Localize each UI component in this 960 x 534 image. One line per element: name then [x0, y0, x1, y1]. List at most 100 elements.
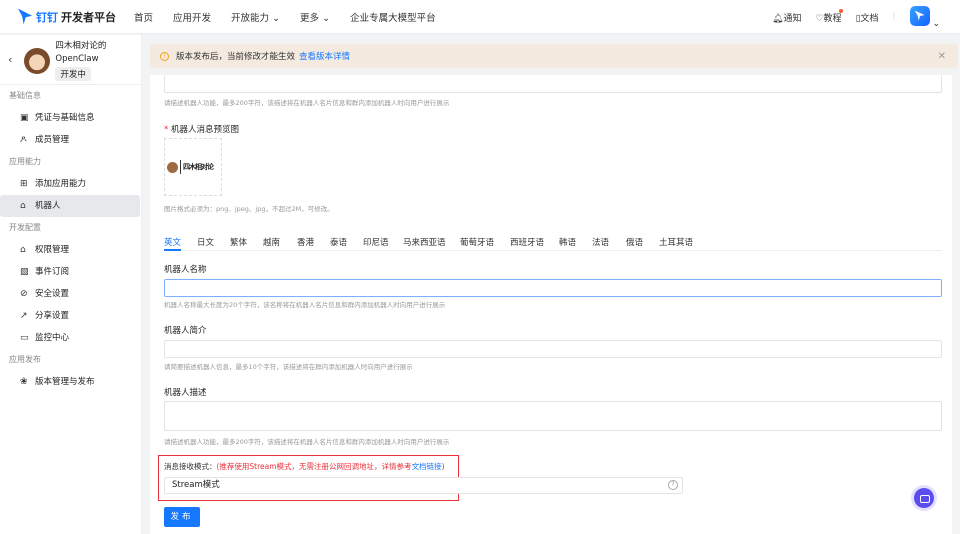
tab-french[interactable]: 法语	[592, 236, 609, 248]
divider	[180, 160, 181, 174]
app-name: 四木相对论的	[55, 41, 107, 51]
tab-hongkong[interactable]: 香港	[297, 236, 314, 248]
tab-indonesian[interactable]: 印尼语	[363, 236, 389, 248]
selected-mode: Stream模式	[172, 480, 220, 490]
chevron-down-icon: ⌄	[322, 12, 331, 24]
sidebar-item-label: 权限管理	[35, 245, 70, 255]
nav-label: 开放能力	[231, 12, 270, 24]
name-label: 机器人名称	[164, 265, 207, 275]
robot-intro-input[interactable]	[164, 340, 942, 358]
monitor-icon: ▭	[20, 333, 29, 343]
section-capability: 应用能力	[9, 157, 41, 166]
help-icon[interactable]: ?	[668, 480, 678, 490]
brand-mark: 钉钉	[36, 10, 58, 24]
tab-spanish[interactable]: 西班牙语	[510, 236, 544, 248]
tutorial-label: 教程	[823, 13, 842, 24]
logo[interactable]: 钉钉 开发者平台	[18, 8, 116, 25]
release-icon: ❀	[20, 377, 28, 387]
tab-english[interactable]: 英文	[164, 236, 182, 251]
section-dev-config: 开发配置	[9, 223, 41, 232]
bell-icon: 🔔︎	[772, 13, 784, 24]
mode-note: (推荐使用Stream模式，无需注册公网回调地址，详情参考	[216, 462, 412, 471]
tab-thai[interactable]: 泰语	[330, 236, 347, 248]
sidebar-item-events[interactable]: ▧ 事件订阅	[0, 261, 140, 283]
tab-malay[interactable]: 马来西亚语	[403, 236, 446, 248]
preview-image-text: 四木相对论	[183, 163, 214, 171]
robot-description-textarea[interactable]	[164, 401, 942, 431]
nav-enterprise-llm[interactable]: 企业专属大模型平台	[350, 10, 436, 24]
tab-portuguese[interactable]: 葡萄牙语	[460, 236, 494, 248]
user-menu[interactable]: ⌄	[909, 5, 940, 29]
sidebar-item-label: 成员管理	[35, 135, 70, 145]
app-avatar	[24, 48, 51, 74]
share-icon: ↗	[20, 311, 28, 321]
tab-traditional[interactable]: 繁体	[230, 236, 247, 248]
hint: 机器人名称最大长度为20个字符，该名称将在机器人名片信息和群内添加机器人时向用户…	[164, 301, 446, 309]
sidebar-item-members[interactable]: ዶ 成员管理	[0, 129, 140, 151]
view-version-link[interactable]: 查看版本详情	[299, 50, 350, 62]
mode-label: 消息接收模式：	[164, 462, 217, 471]
app-header: ‹ 四木相对论的 OpenClaw 开发中	[0, 35, 141, 85]
nav-home[interactable]: 首页	[134, 10, 153, 24]
close-icon[interactable]: ✕	[938, 51, 946, 62]
credential-icon: ▣	[20, 113, 29, 123]
robot-icon: ⌂	[20, 201, 26, 211]
tab-japanese[interactable]: 日文	[197, 236, 214, 248]
back-icon[interactable]: ‹	[8, 53, 12, 66]
nav-label: 更多	[300, 12, 320, 24]
top-nav: 钉钉 开发者平台 首页 应用开发 开放能力 ⌄ 更多 ⌄ 企业专属大模型平台 🔔︎…	[0, 0, 960, 34]
sidebar-item-add-capability[interactable]: ⊞ 添加应用能力	[0, 173, 140, 195]
sidebar-item-label: 版本管理与发布	[35, 377, 95, 387]
status-badge: 开发中	[55, 67, 91, 81]
user-icon: ዶ	[20, 135, 27, 145]
sidebar-item-robot[interactable]: ⌂ 机器人	[0, 195, 140, 217]
sidebar-item-label: 分享设置	[35, 311, 70, 321]
tab-turkish[interactable]: 土耳其语	[659, 236, 693, 248]
assistant-chat-button[interactable]	[914, 488, 934, 508]
sidebar-item-permissions[interactable]: ⌂ 权限管理	[0, 239, 140, 261]
sidebar: ‹ 四木相对论的 OpenClaw 开发中 基础信息 ▣ 凭证与基础信息 ዶ 成员管…	[0, 35, 142, 534]
sidebar-item-share[interactable]: ↗ 分享设置	[0, 305, 140, 327]
intro-label: 机器人简介	[164, 326, 207, 336]
nav-open-capability[interactable]: 开放能力 ⌄	[231, 10, 280, 24]
sidebar-item-label: 机器人	[35, 201, 61, 211]
sidebar-item-monitor[interactable]: ▭ 监控中心	[0, 327, 140, 349]
robot-config-form: 请描述机器人功能，最多200字符，该描述将在机器人名片信息和群内添加机器人时向用…	[150, 75, 952, 534]
nav-more[interactable]: 更多 ⌄	[300, 10, 330, 24]
docs-button[interactable]: ▯文档	[856, 11, 879, 24]
bulb-icon: ♡	[815, 13, 824, 24]
brand-title: 开发者平台	[61, 10, 116, 24]
event-icon: ▧	[20, 267, 29, 277]
mode-label-row: 消息接收模式：(推荐使用Stream模式，无需注册公网回调地址，详情参考文档链接…	[164, 461, 445, 472]
sidebar-item-versions[interactable]: ❀ 版本管理与发布	[0, 371, 140, 393]
warning-icon: !	[160, 51, 169, 61]
notify-button[interactable]: 🔔︎通知	[772, 11, 801, 24]
doc-link[interactable]: 文档链接	[412, 462, 442, 471]
tab-russian[interactable]: 俄语	[626, 236, 643, 248]
tab-vietnamese[interactable]: 越南	[263, 236, 280, 248]
tutorial-button[interactable]: ♡ 教程	[815, 8, 843, 24]
sidebar-item-credentials[interactable]: ▣ 凭证与基础信息	[0, 107, 140, 129]
preview-image-upload[interactable]: 四木相对论	[164, 138, 222, 196]
mode-note-end: )	[441, 462, 445, 471]
app-name-2: OpenClaw	[55, 54, 99, 64]
notify-label: 通知	[783, 13, 802, 24]
section-basic: 基础信息	[9, 91, 41, 100]
dingtalk-logo-icon	[18, 8, 32, 25]
chevron-down-icon: ⌄	[932, 18, 940, 29]
top-description-textarea[interactable]	[164, 75, 942, 93]
shield-icon: ⊘	[20, 289, 28, 299]
chevron-down-icon: ⌄	[272, 12, 281, 24]
desc-label: 机器人描述	[164, 388, 207, 398]
robot-name-input[interactable]	[164, 279, 942, 297]
label-text: 机器人消息预览图	[170, 125, 239, 135]
docs-label: 文档	[860, 13, 879, 24]
tab-korean[interactable]: 韩语	[559, 236, 576, 248]
user-avatar	[909, 5, 930, 26]
publish-button[interactable]: 发布	[164, 507, 200, 527]
sidebar-item-label: 安全设置	[35, 289, 70, 299]
sidebar-item-security[interactable]: ⊘ 安全设置	[0, 283, 140, 305]
nav-app-dev[interactable]: 应用开发	[173, 10, 211, 24]
message-mode-select[interactable]: Stream模式 ?	[164, 477, 683, 494]
hint: 请简要描述机器人信息，最多10个字符，该描述将在群内添加机器人时向用户进行展示	[164, 363, 413, 371]
